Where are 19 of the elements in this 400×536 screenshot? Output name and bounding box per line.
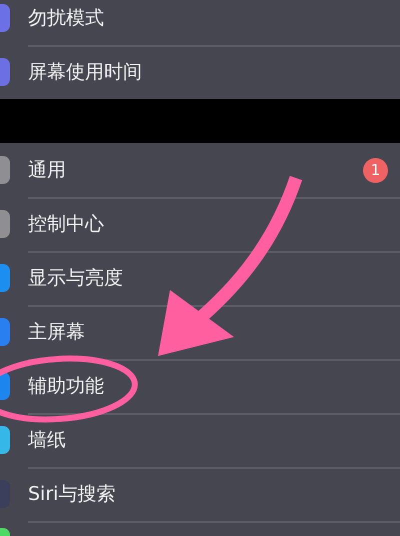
settings-item[interactable]: 控制中心 <box>0 197 400 251</box>
settings-item[interactable]: 勿扰模式 <box>0 0 400 45</box>
settings-item[interactable]: 主屏幕 <box>0 305 400 359</box>
settings-item-label: 主屏幕 <box>28 320 85 345</box>
settings-item[interactable]: 通用 1 <box>0 143 400 197</box>
notification-badge: 1 <box>363 158 388 182</box>
settings-item[interactable]: 屏幕使用时间 <box>0 45 400 99</box>
settings-item[interactable]: 墙纸 <box>0 413 400 467</box>
settings-item[interactable]: 显示与亮度 <box>0 251 400 305</box>
settings-item[interactable]: Siri与搜索 <box>0 467 400 521</box>
settings-item-label: 显示与亮度 <box>28 266 123 291</box>
settings-item[interactable]: 辅助功能 <box>0 359 400 413</box>
settings-item-label: 控制中心 <box>28 212 104 237</box>
settings-item-label: 屏幕使用时间 <box>28 60 142 85</box>
settings-item-label: 辅助功能 <box>28 374 104 399</box>
settings-item-label: Siri与搜索 <box>28 482 116 507</box>
settings-item-label: 勿扰模式 <box>28 6 104 31</box>
settings-item-label: 通用 <box>28 158 66 183</box>
settings-item-label: 墙纸 <box>28 428 66 453</box>
